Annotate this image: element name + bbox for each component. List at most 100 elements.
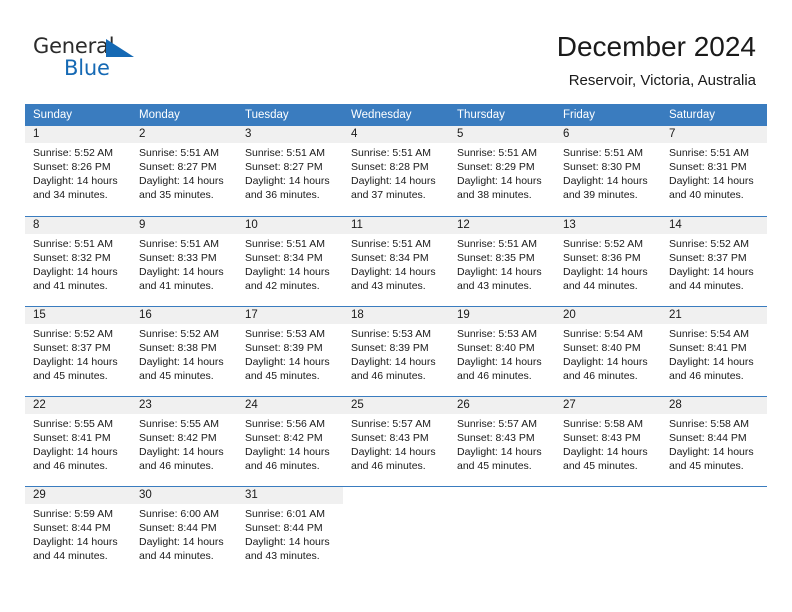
day-cell[interactable]: 22 Sunrise: 5:55 AM Sunset: 8:41 PM Dayligh… [25, 396, 131, 486]
sunrise-text: Sunrise: 5:58 AM [563, 418, 643, 430]
calendar-cell-day[interactable]: 28 Sunrise: 5:58 AM Sunset: 8:44 PM Dayligh… [661, 396, 767, 486]
calendar-cell-day[interactable]: 27 Sunrise: 5:58 AM Sunset: 8:43 PM Dayligh… [555, 396, 661, 486]
sunset-text: Sunset: 8:44 PM [139, 522, 217, 534]
calendar-cell-day[interactable]: 23 Sunrise: 5:55 AM Sunset: 8:42 PM Dayligh… [131, 396, 237, 486]
weekday-header-friday: Friday [555, 104, 661, 126]
day-cell[interactable]: 11 Sunrise: 5:51 AM Sunset: 8:34 PM Dayligh… [343, 216, 449, 306]
weekday-header-wednesday: Wednesday [343, 104, 449, 126]
calendar-cell-day[interactable]: 24 Sunrise: 5:56 AM Sunset: 8:42 PM Dayligh… [237, 396, 343, 486]
calendar-cell-day[interactable]: 14 Sunrise: 5:52 AM Sunset: 8:37 PM Dayligh… [661, 216, 767, 306]
sunrise-text: Sunrise: 5:52 AM [33, 147, 113, 159]
day-cell[interactable]: 31 Sunrise: 6:01 AM Sunset: 8:44 PM Dayligh… [237, 486, 343, 576]
calendar-cell-day[interactable]: 25 Sunrise: 5:57 AM Sunset: 8:43 PM Dayligh… [343, 396, 449, 486]
calendar-cell-day[interactable]: 6 Sunrise: 5:51 AM Sunset: 8:30 PM Daylight… [555, 126, 661, 216]
sunrise-text: Sunrise: 5:52 AM [139, 328, 219, 340]
day-cell[interactable]: 9 Sunrise: 5:51 AM Sunset: 8:33 PM Daylight… [131, 216, 237, 306]
calendar-week-row: 22 Sunrise: 5:55 AM Sunset: 8:41 PM Dayligh… [25, 396, 767, 486]
day-cell[interactable]: 16 Sunrise: 5:52 AM Sunset: 8:38 PM Dayligh… [131, 306, 237, 396]
calendar-cell-day[interactable]: 26 Sunrise: 5:57 AM Sunset: 8:43 PM Dayligh… [449, 396, 555, 486]
sunrise-text: Sunrise: 5:51 AM [245, 147, 325, 159]
sunrise-text: Sunrise: 6:00 AM [139, 508, 219, 520]
day-cell[interactable]: 19 Sunrise: 5:53 AM Sunset: 8:40 PM Dayligh… [449, 306, 555, 396]
calendar-cell-day[interactable]: 15 Sunrise: 5:52 AM Sunset: 8:37 PM Dayligh… [25, 306, 131, 396]
day-cell[interactable]: 4 Sunrise: 5:51 AM Sunset: 8:28 PM Daylight… [343, 126, 449, 216]
day-cell[interactable]: 8 Sunrise: 5:51 AM Sunset: 8:32 PM Daylight… [25, 216, 131, 306]
day-number: 26 [449, 397, 555, 414]
day-cell[interactable]: 25 Sunrise: 5:57 AM Sunset: 8:43 PM Dayligh… [343, 396, 449, 486]
sunrise-text: Sunrise: 5:54 AM [563, 328, 643, 340]
calendar-cell-day[interactable]: 20 Sunrise: 5:54 AM Sunset: 8:40 PM Dayligh… [555, 306, 661, 396]
calendar-cell-day[interactable]: 21 Sunrise: 5:54 AM Sunset: 8:41 PM Dayligh… [661, 306, 767, 396]
page-header: General Blue December 2024 Reservoir, Vi… [0, 0, 792, 104]
day-cell[interactable]: 14 Sunrise: 5:52 AM Sunset: 8:37 PM Dayligh… [661, 216, 767, 306]
calendar-cell-day[interactable]: 4 Sunrise: 5:51 AM Sunset: 8:28 PM Daylight… [343, 126, 449, 216]
calendar-cell-day[interactable]: 11 Sunrise: 5:51 AM Sunset: 8:34 PM Dayligh… [343, 216, 449, 306]
day-cell[interactable]: 23 Sunrise: 5:55 AM Sunset: 8:42 PM Dayligh… [131, 396, 237, 486]
day-number: 4 [343, 126, 449, 143]
daylight-text-line1: Daylight: 14 hours [33, 446, 118, 458]
day-cell[interactable]: 26 Sunrise: 5:57 AM Sunset: 8:43 PM Dayligh… [449, 396, 555, 486]
sunset-text: Sunset: 8:43 PM [563, 432, 641, 444]
calendar-cell-day[interactable]: 19 Sunrise: 5:53 AM Sunset: 8:40 PM Dayligh… [449, 306, 555, 396]
daylight-text-line2: and 45 minutes. [33, 370, 108, 382]
calendar-cell-day[interactable]: 13 Sunrise: 5:52 AM Sunset: 8:36 PM Dayligh… [555, 216, 661, 306]
day-number [661, 487, 767, 504]
brand-name-blue: Blue [64, 56, 110, 80]
sunrise-text: Sunrise: 5:57 AM [457, 418, 537, 430]
daylight-text-line1: Daylight: 14 hours [457, 356, 542, 368]
calendar-cell-day[interactable]: 31 Sunrise: 6:01 AM Sunset: 8:44 PM Dayligh… [237, 486, 343, 576]
day-cell[interactable]: 15 Sunrise: 5:52 AM Sunset: 8:37 PM Dayligh… [25, 306, 131, 396]
day-cell [343, 486, 449, 576]
day-details: Sunrise: 5:52 AM Sunset: 8:36 PM Daylight:… [555, 234, 661, 293]
calendar-cell-day[interactable]: 16 Sunrise: 5:52 AM Sunset: 8:38 PM Dayligh… [131, 306, 237, 396]
calendar-cell-day[interactable]: 12 Sunrise: 5:51 AM Sunset: 8:35 PM Dayligh… [449, 216, 555, 306]
day-cell[interactable]: 21 Sunrise: 5:54 AM Sunset: 8:41 PM Dayligh… [661, 306, 767, 396]
calendar-cell-day[interactable]: 22 Sunrise: 5:55 AM Sunset: 8:41 PM Dayligh… [25, 396, 131, 486]
calendar-cell-day[interactable]: 29 Sunrise: 5:59 AM Sunset: 8:44 PM Dayligh… [25, 486, 131, 576]
daylight-text-line1: Daylight: 14 hours [351, 446, 436, 458]
calendar-cell-day[interactable]: 8 Sunrise: 5:51 AM Sunset: 8:32 PM Daylight… [25, 216, 131, 306]
calendar-cell-day[interactable]: 9 Sunrise: 5:51 AM Sunset: 8:33 PM Daylight… [131, 216, 237, 306]
day-cell[interactable]: 18 Sunrise: 5:53 AM Sunset: 8:39 PM Dayligh… [343, 306, 449, 396]
sunset-text: Sunset: 8:39 PM [351, 342, 429, 354]
day-cell[interactable]: 24 Sunrise: 5:56 AM Sunset: 8:42 PM Dayligh… [237, 396, 343, 486]
day-number: 29 [25, 487, 131, 504]
day-number: 9 [131, 217, 237, 234]
calendar-cell-day[interactable]: 2 Sunrise: 5:51 AM Sunset: 8:27 PM Daylight… [131, 126, 237, 216]
day-details: Sunrise: 6:00 AM Sunset: 8:44 PM Daylight:… [131, 504, 237, 563]
daylight-text-line2: and 45 minutes. [457, 460, 532, 472]
day-details: Sunrise: 5:53 AM Sunset: 8:39 PM Daylight:… [343, 324, 449, 383]
day-cell[interactable]: 1 Sunrise: 5:52 AM Sunset: 8:26 PM Daylight… [25, 126, 131, 216]
day-cell[interactable]: 13 Sunrise: 5:52 AM Sunset: 8:36 PM Dayligh… [555, 216, 661, 306]
day-cell[interactable]: 20 Sunrise: 5:54 AM Sunset: 8:40 PM Dayligh… [555, 306, 661, 396]
day-cell[interactable]: 6 Sunrise: 5:51 AM Sunset: 8:30 PM Daylight… [555, 126, 661, 216]
calendar-cell-day[interactable]: 5 Sunrise: 5:51 AM Sunset: 8:29 PM Daylight… [449, 126, 555, 216]
day-cell[interactable]: 7 Sunrise: 5:51 AM Sunset: 8:31 PM Daylight… [661, 126, 767, 216]
calendar-cell-day[interactable]: 17 Sunrise: 5:53 AM Sunset: 8:39 PM Dayligh… [237, 306, 343, 396]
day-cell[interactable]: 17 Sunrise: 5:53 AM Sunset: 8:39 PM Dayligh… [237, 306, 343, 396]
calendar-cell-day[interactable]: 1 Sunrise: 5:52 AM Sunset: 8:26 PM Daylight… [25, 126, 131, 216]
day-cell[interactable]: 29 Sunrise: 5:59 AM Sunset: 8:44 PM Dayligh… [25, 486, 131, 576]
day-cell[interactable]: 28 Sunrise: 5:58 AM Sunset: 8:44 PM Dayligh… [661, 396, 767, 486]
sunset-text: Sunset: 8:27 PM [245, 161, 323, 173]
daylight-text-line1: Daylight: 14 hours [245, 446, 330, 458]
calendar-cell-day[interactable]: 7 Sunrise: 5:51 AM Sunset: 8:31 PM Daylight… [661, 126, 767, 216]
day-cell[interactable]: 5 Sunrise: 5:51 AM Sunset: 8:29 PM Daylight… [449, 126, 555, 216]
day-cell[interactable]: 27 Sunrise: 5:58 AM Sunset: 8:43 PM Dayligh… [555, 396, 661, 486]
calendar-cell-day[interactable]: 10 Sunrise: 5:51 AM Sunset: 8:34 PM Dayligh… [237, 216, 343, 306]
day-cell[interactable]: 3 Sunrise: 5:51 AM Sunset: 8:27 PM Daylight… [237, 126, 343, 216]
daylight-text-line1: Daylight: 14 hours [563, 266, 648, 278]
calendar-cell-day[interactable]: 30 Sunrise: 6:00 AM Sunset: 8:44 PM Dayligh… [131, 486, 237, 576]
calendar-cell-day[interactable]: 18 Sunrise: 5:53 AM Sunset: 8:39 PM Dayligh… [343, 306, 449, 396]
day-cell[interactable]: 10 Sunrise: 5:51 AM Sunset: 8:34 PM Dayligh… [237, 216, 343, 306]
day-number: 19 [449, 307, 555, 324]
daylight-text-line1: Daylight: 14 hours [669, 266, 754, 278]
day-number: 24 [237, 397, 343, 414]
day-cell[interactable]: 12 Sunrise: 5:51 AM Sunset: 8:35 PM Dayligh… [449, 216, 555, 306]
calendar-cell-day[interactable]: 3 Sunrise: 5:51 AM Sunset: 8:27 PM Daylight… [237, 126, 343, 216]
brand-logo[interactable]: General Blue [33, 36, 153, 82]
daylight-text-line2: and 42 minutes. [245, 280, 320, 292]
day-cell[interactable]: 30 Sunrise: 6:00 AM Sunset: 8:44 PM Dayligh… [131, 486, 237, 576]
day-details: Sunrise: 5:51 AM Sunset: 8:34 PM Daylight:… [237, 234, 343, 293]
day-cell[interactable]: 2 Sunrise: 5:51 AM Sunset: 8:27 PM Daylight… [131, 126, 237, 216]
